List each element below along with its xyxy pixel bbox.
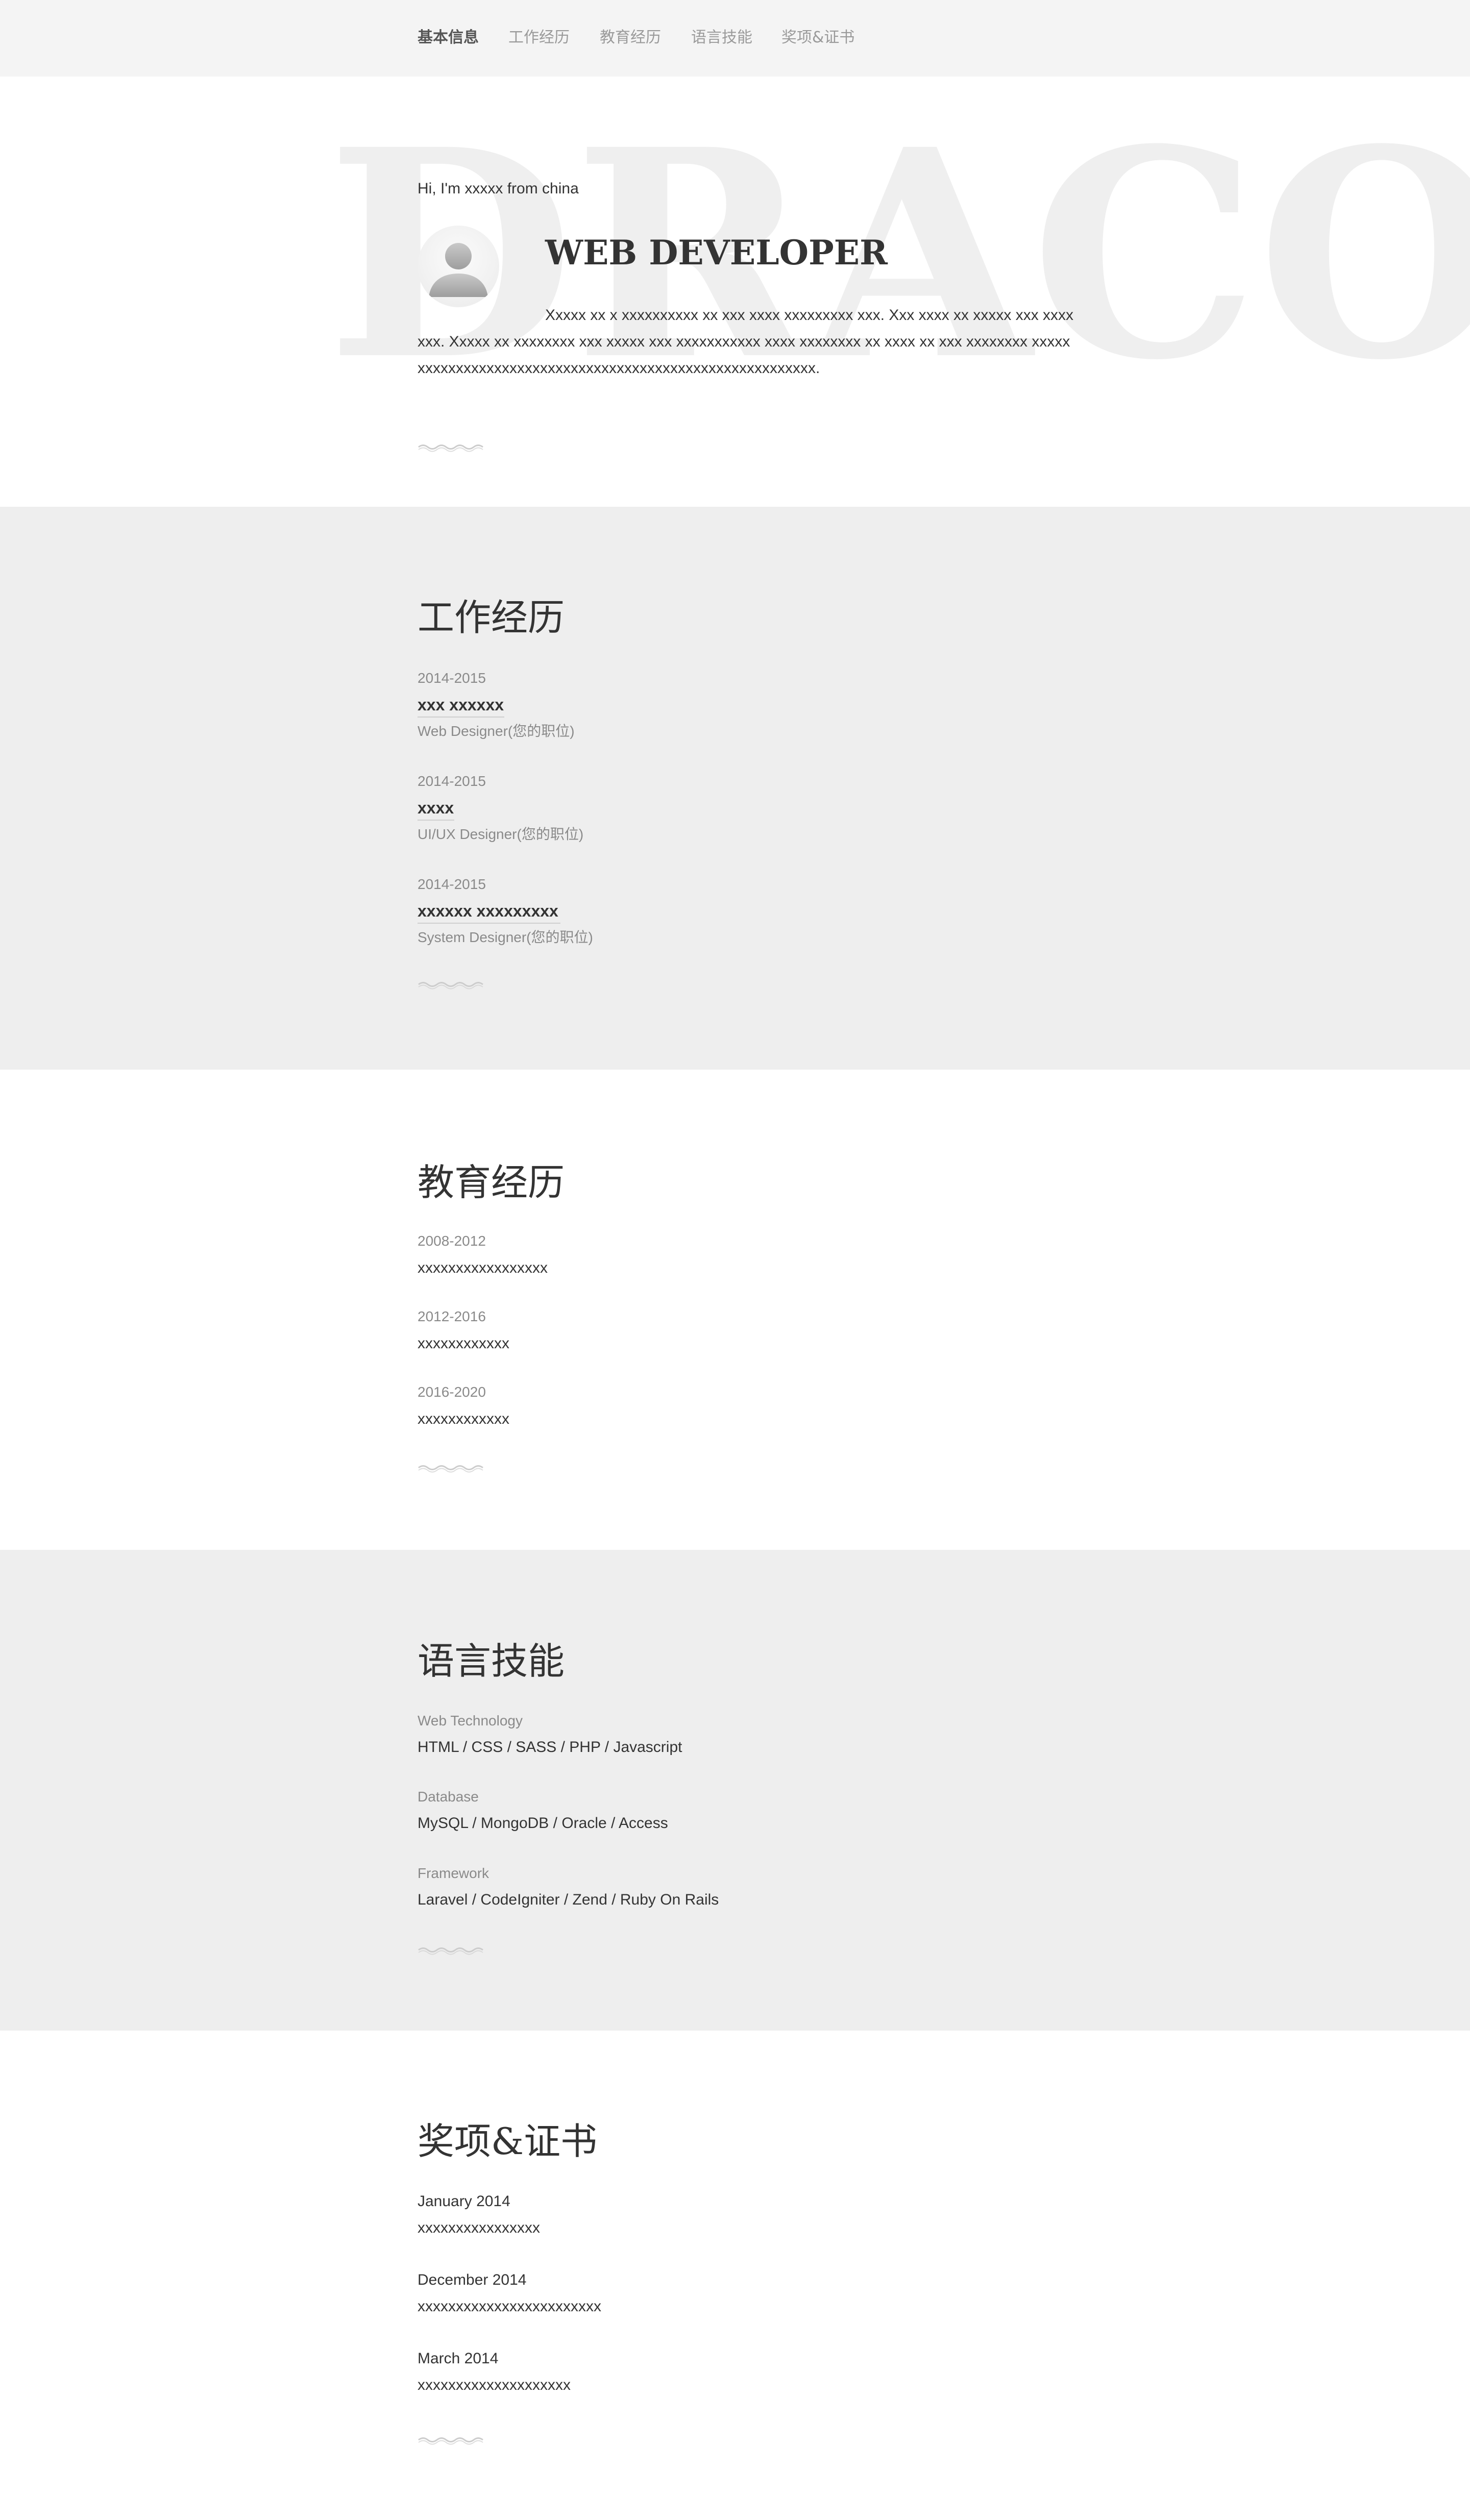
skill-items-3: Laravel / CodeIgniter / Zend / Ruby On R… [418,1891,719,1908]
edu-school-3: xxxxxxxxxxxx [418,1411,509,1427]
work-title: 工作经历 [418,596,565,639]
award-name-3: xxxxxxxxxxxxxxxxxxxx [418,2377,571,2393]
awards-title: 奖项&证书 [418,2120,598,2163]
edu-period-3: 2016-2020 [418,1384,486,1400]
top-nav: 基本信息 工作经历 教育经历 语言技能 奖项&证书 [0,0,1470,77]
job-title: WEB DEVELOPER [545,233,888,273]
work-company-1: xxx xxxxxx [418,696,504,714]
skill-items-1: HTML / CSS / SASS / PHP / Javascript [418,1739,682,1756]
squiggle-divider-icon [418,442,485,452]
award-name-2: xxxxxxxxxxxxxxxxxxxxxxxx [418,2298,601,2315]
nav-item-skills[interactable]: 语言技能 [691,27,752,49]
award-date-3: March 2014 [418,2350,499,2367]
nav-item-basic-info[interactable]: 基本信息 [418,27,479,49]
edu-period-2: 2012-2016 [418,1308,486,1324]
squiggle-divider-icon [418,1463,485,1473]
skills-section: 语言技能 Web Technology HTML / CSS / SASS / … [0,1550,1470,2031]
award-date-1: January 2014 [418,2193,510,2210]
intro-paragraph: Xxxxx xx x xxxxxxxxxx xx xxx xxxx xxxxxx… [418,307,1074,377]
skill-category-1: Web Technology [418,1713,523,1728]
work-company-2: xxxx [418,799,454,817]
squiggle-divider-icon [418,1945,485,1955]
company-underline [418,717,504,718]
award-name-1: xxxxxxxxxxxxxxxx [418,2219,540,2236]
edu-school-2: xxxxxxxxxxxx [418,1335,509,1352]
work-company-3: xxxxxx xxxxxxxxx [418,902,558,920]
greeting-text: Hi, I'm xxxxx from china [418,180,579,197]
edu-period-1: 2008-2012 [418,1233,486,1249]
work-position-2: UI/UX Designer(您的职位) [418,826,584,842]
squiggle-divider-icon [418,979,485,990]
nav-item-awards[interactable]: 奖项&证书 [781,27,854,49]
squiggle-divider-icon [418,2435,485,2445]
education-title: 教育经历 [418,1161,565,1204]
company-underline [418,820,454,821]
skill-category-2: Database [418,1789,479,1805]
work-period-2: 2014-2015 [418,773,486,789]
awards-section: 奖项&证书 January 2014 xxxxxxxxxxxxxxxx Dece… [0,2031,1470,2520]
work-position-1: Web Designer(您的职位) [418,723,575,739]
hero-section: DRACO Hi, I'm xxxxx from china WEB DEVEL… [0,77,1470,507]
award-date-2: December 2014 [418,2271,527,2288]
edu-school-1: xxxxxxxxxxxxxxxxx [418,1259,548,1276]
skill-category-3: Framework [418,1865,489,1881]
company-underline [418,923,560,924]
work-period-1: 2014-2015 [418,670,486,686]
nav-item-work[interactable]: 工作经历 [508,27,570,49]
work-position-3: System Designer(您的职位) [418,929,593,945]
work-period-3: 2014-2015 [418,876,486,892]
skills-title: 语言技能 [418,1640,565,1683]
education-section: 教育经历 2008-2012 xxxxxxxxxxxxxxxxx 2012-20… [0,1070,1470,1550]
work-section: 工作经历 2014-2015 xxx xxxxxx Web Designer(您… [0,507,1470,1070]
nav-item-education[interactable]: 教育经历 [600,27,661,49]
avatar [418,226,499,307]
skill-items-2: MySQL / MongoDB / Oracle / Access [418,1815,668,1832]
